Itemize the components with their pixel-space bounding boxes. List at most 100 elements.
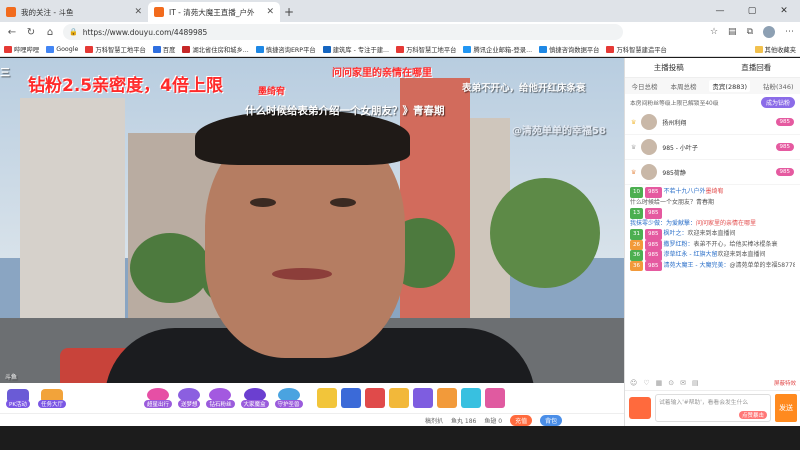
chat-username[interactable]: 清苑大魔王 - 大魔完美： <box>664 262 730 269</box>
tab-anchor-post[interactable]: 主播投稿 <box>654 62 684 73</box>
task-hall-button[interactable]: 任务大厅 <box>37 388 66 408</box>
back-icon[interactable]: ← <box>6 27 18 38</box>
gift-icon[interactable] <box>388 388 409 408</box>
avatar[interactable] <box>641 114 658 130</box>
more-icon[interactable]: ⋯ <box>785 27 794 37</box>
tab-my-follows[interactable]: 我的关注 - 斗鱼 ✕ <box>0 2 148 22</box>
chat-username[interactable]: 不若十九八户外 <box>664 188 706 195</box>
become-diamond-button[interactable]: 成为钻粉 <box>760 96 795 108</box>
profile-avatar[interactable] <box>763 26 775 38</box>
activity-button[interactable]: 超星出行 <box>143 388 172 408</box>
fan-badge: 985 <box>645 208 662 219</box>
bookmark-item[interactable]: 万科智慧建造平台 <box>606 45 667 54</box>
chat-message: 31 985 枫叶之：欢迎来到本直播间 <box>630 229 795 240</box>
bookmark-other[interactable]: 其他收藏夹 <box>754 45 796 54</box>
chat-tool-icon[interactable]: ☺ <box>630 379 637 387</box>
bookmark-item[interactable]: 百度 <box>152 45 175 54</box>
rank-row[interactable]: ♛ 985荷静 985 <box>625 160 800 185</box>
browser-tabbar: 我的关注 - 斗鱼 ✕ IT - 清苑大魔王直播_户外 ✕ + — ▢ ✕ <box>0 0 800 22</box>
gift-icon[interactable] <box>484 388 505 408</box>
overlay-red-tag: 问问家里的亲情在哪里 <box>332 68 432 79</box>
bookmark-item[interactable]: 哔哩哔哩 <box>4 45 39 54</box>
tab-label: 我的关注 - 斗鱼 <box>21 7 74 17</box>
level-badge: 26 <box>630 239 643 250</box>
fish-ball-count: 鱼丸 186 <box>451 417 477 425</box>
rank-row[interactable]: ♛ 985 - 小叶子 985 <box>625 135 800 160</box>
tab-diamond-fans[interactable]: 钻粉(346) <box>763 81 793 91</box>
home-icon[interactable]: ⌂ <box>44 27 56 38</box>
activity-button[interactable]: 钻石粉丝 <box>206 388 235 408</box>
close-icon[interactable]: ✕ <box>266 7 274 17</box>
refresh-icon[interactable]: ↻ <box>25 27 37 38</box>
live-video[interactable]: 三 钻粉2.5亲密度，4倍上限 墨绮宥 问问家里的亲情在哪里 什么时候给表弟介绍… <box>0 58 624 383</box>
tab-week-rank[interactable]: 本周总榜 <box>670 81 696 91</box>
building <box>20 98 125 328</box>
recharge-button[interactable]: 充值 <box>510 414 533 426</box>
chat-tool-icon[interactable]: ✉ <box>680 379 686 387</box>
url-field[interactable]: 🔒 https://www.douyu.com/4489985 <box>63 24 623 40</box>
bookmark-item[interactable]: 万科智慧工地平台 <box>85 45 146 54</box>
activity-button[interactable]: 大家魔盒 <box>240 388 269 408</box>
close-icon[interactable]: ✕ <box>134 7 142 17</box>
collections-icon[interactable]: ▤ <box>728 27 737 37</box>
maximize-button[interactable]: ▢ <box>736 0 768 22</box>
activity-button[interactable]: 送梦想 <box>177 388 201 408</box>
close-window-button[interactable]: ✕ <box>768 0 800 22</box>
toolbar-icons: ☆ ▤ ⧉ ⋯ <box>710 26 794 38</box>
bookmark-icon <box>4 45 12 53</box>
tab-live-room[interactable]: IT - 清苑大魔王直播_户外 ✕ <box>148 2 280 22</box>
gift-icon[interactable] <box>340 388 361 408</box>
bookmark-item[interactable]: 万科智慧工地平台 <box>396 45 456 54</box>
red-envelope-icon[interactable] <box>629 396 651 419</box>
block-effects-toggle[interactable]: 屏蔽特效 <box>774 379 796 387</box>
streamer-eye <box>330 198 356 207</box>
chat-tool-icon[interactable]: ▤ <box>692 379 699 387</box>
favorite-icon[interactable]: ☆ <box>710 27 718 37</box>
avatar[interactable] <box>641 139 658 155</box>
chat-tool-icon[interactable]: ⊙ <box>668 379 674 387</box>
gift-icon[interactable] <box>412 388 433 408</box>
rank-row[interactable]: ♛ 扬州利翔 985 <box>625 110 800 135</box>
new-tab-button[interactable]: + <box>280 2 298 22</box>
bookmark-icon <box>182 45 191 53</box>
bookmark-icon <box>46 45 55 53</box>
gift-icon[interactable] <box>316 388 337 408</box>
crown-icon: ♛ <box>631 168 637 176</box>
chat-username[interactable]: 撒罗红粉： <box>664 241 694 248</box>
bookmark-item[interactable]: 腾讯企业邮箱-登录... <box>463 45 532 54</box>
fan-badge: 985 <box>645 250 662 261</box>
chat-text: @清苑单单的幸福58778：你们刚回来吧！三哥给休息基地的事情我又不错 <box>729 261 795 269</box>
bookmark-item[interactable]: Google <box>46 45 78 53</box>
minimize-button[interactable]: — <box>704 0 736 22</box>
activity-button[interactable]: 守护圣兽 <box>274 388 303 408</box>
chat-text: 表弟不开心，给他买棒冰棍条衰 <box>693 240 778 248</box>
gift-icon[interactable] <box>364 388 385 408</box>
like-burst-badge[interactable]: 点赞暴击 <box>738 410 767 419</box>
chat-username[interactable]: 渗草红永 - 红旗大留 <box>664 251 718 258</box>
wallet-bar: 稿剂扒 鱼丸 186 鱼翅 0 充值 背包 <box>0 413 624 426</box>
avatar[interactable] <box>641 164 658 180</box>
send-button[interactable]: 发送 <box>775 393 797 422</box>
bookmark-item[interactable]: 慎捷咨询ERP平台 <box>255 45 316 54</box>
chat-username[interactable]: 枫叶之： <box>664 230 688 237</box>
backpack-button[interactable]: 背包 <box>540 414 563 426</box>
extensions-icon[interactable]: ⧉ <box>747 27 753 37</box>
bookmark-item[interactable]: 慎捷咨询数据平台 <box>539 45 599 54</box>
tab-today-rank[interactable]: 今日总榜 <box>631 81 657 91</box>
chat-tool-icon[interactable]: ▦ <box>656 379 663 387</box>
gift-icon[interactable] <box>436 388 457 408</box>
bookmark-item[interactable]: 湖北省住房和城乡... <box>182 45 249 54</box>
gift-icon[interactable] <box>460 388 481 408</box>
chat-input-area: 试着输入'#帮助'，看看会发生什么 点赞暴击 发送 <box>625 390 800 424</box>
chat-tool-icon[interactable]: ♡ <box>643 379 649 387</box>
chat-username[interactable]: 我抹零少做：为爱献撃： <box>630 220 696 227</box>
pk-activity-button[interactable]: PK活动 <box>6 388 30 408</box>
tab-vip[interactable]: 贵宾(2883) <box>709 80 751 92</box>
bookmark-icon <box>463 45 472 53</box>
tab-replay[interactable]: 直播回看 <box>741 62 771 73</box>
chat-text: 欢迎来到本直播间 <box>717 251 766 258</box>
bookmarks-bar: 哔哩哔哩 Google 万科智慧工地平台 百度 湖北省住房和城乡... 慎捷咨询ERP平台… <box>0 42 800 57</box>
bookmark-item[interactable]: 建筑库 - 专注于建... <box>322 45 389 54</box>
bookmark-icon <box>396 45 405 53</box>
chat-input[interactable]: 试着输入'#帮助'，看看会发生什么 点赞暴击 <box>655 393 771 422</box>
